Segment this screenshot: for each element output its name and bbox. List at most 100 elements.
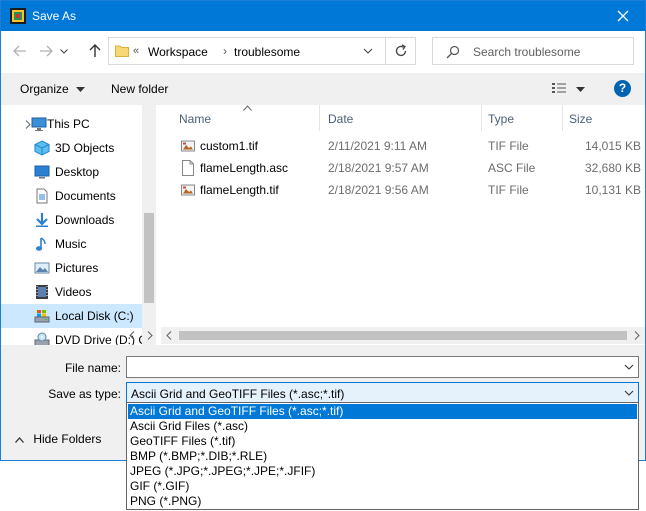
- sidebar-item-this-pc[interactable]: This PC: [1, 112, 142, 136]
- documents-icon: [36, 188, 48, 204]
- arrow-right-icon: [40, 45, 53, 57]
- column-header-name[interactable]: Name: [161, 105, 319, 131]
- folder-icon: [115, 45, 129, 57]
- window-title: Save As: [32, 9, 77, 23]
- dropdown-option[interactable]: GeoTIFF Files (*.tif): [128, 434, 637, 449]
- file-name: flameLength.tif: [200, 183, 279, 197]
- back-button[interactable]: [7, 37, 33, 65]
- app-icon: [10, 8, 26, 24]
- navigation-pane-scrollbar[interactable]: [142, 105, 156, 345]
- nav-scroll-left-icon[interactable]: [129, 331, 135, 340]
- organize-button[interactable]: Organize: [20, 82, 86, 96]
- refresh-button[interactable]: [385, 38, 416, 64]
- column-header-label: Size: [569, 112, 593, 126]
- hide-folders-button[interactable]: Hide Folders: [15, 432, 101, 446]
- column-header-label: Date: [328, 112, 354, 126]
- save-as-type-label: Save as type:: [48, 387, 121, 401]
- arrow-left-icon: [13, 45, 26, 57]
- file-size: 14,015 KB: [585, 139, 642, 153]
- desktop-icon: [34, 165, 50, 179]
- dropdown-option[interactable]: GIF (*.GIF): [128, 479, 637, 494]
- chevron-up-icon: [15, 436, 24, 443]
- downloads-icon: [36, 213, 48, 227]
- file-row[interactable]: flameLength.tif 2/18/2021 9:56 AM TIF Fi…: [161, 179, 645, 201]
- up-button[interactable]: [82, 37, 108, 65]
- search-placeholder: Search troublesome: [473, 45, 581, 59]
- dvd-icon: [34, 332, 50, 345]
- recent-locations-button[interactable]: [55, 37, 73, 65]
- save-as-type-dropdown-list: Ascii Grid and GeoTIFF Files (*.asc;*.ti…: [126, 402, 639, 510]
- save-as-type-select[interactable]: Ascii Grid and GeoTIFF Files (*.asc;*.ti…: [126, 382, 639, 404]
- close-button[interactable]: [601, 1, 645, 31]
- new-folder-label: New folder: [111, 82, 169, 96]
- title-bar: Save As: [1, 1, 645, 31]
- save-as-dialog: Save As « Workspace › troublesome Search…: [0, 0, 646, 461]
- arrow-up-icon: [89, 44, 101, 57]
- column-header-date[interactable]: Date: [320, 105, 481, 131]
- sidebar-item-3d-objects[interactable]: 3D Objects: [1, 136, 142, 160]
- scroll-left-icon[interactable]: [166, 331, 172, 340]
- file-list-horizontal-scrollbar[interactable]: [161, 327, 645, 344]
- sidebar-item-videos[interactable]: Videos: [1, 280, 142, 304]
- chevron-down-icon[interactable]: [624, 387, 634, 399]
- column-header-label: Type: [488, 112, 515, 126]
- scrollbar-thumb[interactable]: [144, 213, 154, 303]
- dropdown-option[interactable]: JPEG (*.JPG;*.JPEG;*.JPE;*.JFIF): [128, 464, 637, 479]
- search-icon: [446, 45, 460, 59]
- search-box[interactable]: Search troublesome: [432, 37, 634, 65]
- dropdown-option[interactable]: PNG (*.PNG): [128, 494, 637, 509]
- file-row[interactable]: flameLength.asc 2/18/2021 9:57 AM ASC Fi…: [161, 157, 645, 179]
- file-date: 2/18/2021 9:57 AM: [328, 161, 429, 175]
- sidebar-item-music[interactable]: Music: [1, 232, 142, 256]
- image-file-icon: [181, 140, 195, 152]
- column-header-label: Name: [179, 112, 212, 126]
- sidebar-item-downloads[interactable]: Downloads: [1, 208, 142, 232]
- scroll-right-icon[interactable]: [634, 331, 640, 340]
- dropdown-option[interactable]: BMP (*.BMP;*.DIB;*.RLE): [128, 449, 637, 464]
- option-label: BMP (*.BMP;*.DIB;*.RLE): [130, 449, 268, 463]
- new-folder-button[interactable]: New folder: [111, 82, 168, 96]
- sidebar-item-documents[interactable]: Documents: [1, 184, 142, 208]
- file-row[interactable]: custom1.tif 2/11/2021 9:11 AM TIF File 1…: [161, 135, 645, 157]
- file-type: ASC File: [488, 161, 536, 175]
- overflow-breadcrumb[interactable]: «: [133, 45, 139, 57]
- column-header-type[interactable]: Type: [482, 105, 562, 131]
- organize-label: Organize: [20, 82, 69, 96]
- navigation-bar: « Workspace › troublesome Search trouble…: [1, 31, 645, 73]
- sidebar-item-label: Documents: [55, 189, 116, 203]
- nav-scroll-right-icon[interactable]: [147, 331, 153, 340]
- refresh-icon: [395, 44, 407, 57]
- scrollbar-thumb[interactable]: [179, 331, 627, 340]
- sidebar-item-label: Desktop: [55, 165, 100, 179]
- breadcrumb-workspace[interactable]: Workspace: [148, 45, 208, 59]
- file-name-field[interactable]: [126, 356, 639, 378]
- videos-icon: [36, 285, 48, 299]
- file-size: 10,131 KB: [585, 183, 642, 197]
- file-name: flameLength.asc: [200, 161, 289, 175]
- chevron-down-icon[interactable]: [624, 361, 634, 373]
- option-label: GeoTIFF Files (*.tif): [130, 434, 236, 448]
- help-icon[interactable]: ?: [614, 80, 631, 97]
- sidebar-item-pictures[interactable]: Pictures: [1, 256, 142, 280]
- file-size: 32,680 KB: [585, 161, 642, 175]
- view-options-dropdown[interactable]: [576, 82, 585, 96]
- address-bar[interactable]: « Workspace › troublesome: [108, 37, 416, 65]
- sidebar-item-label: Downloads: [55, 213, 115, 227]
- pictures-icon: [34, 262, 50, 274]
- dropdown-option[interactable]: Ascii Grid and GeoTIFF Files (*.asc;*.ti…: [128, 404, 637, 419]
- breadcrumb-separator-icon[interactable]: ›: [223, 44, 227, 58]
- column-header-size[interactable]: Size: [563, 105, 643, 131]
- breadcrumb-troublesome[interactable]: troublesome: [234, 45, 300, 59]
- option-label: Ascii Grid and GeoTIFF Files (*.asc;*.ti…: [130, 404, 344, 418]
- sidebar-item-label: This PC: [47, 117, 90, 131]
- sidebar-item-dvd-drive[interactable]: DVD Drive (D:) C: [1, 328, 142, 345]
- option-label: GIF (*.GIF): [130, 479, 190, 493]
- change-view-button[interactable]: [551, 81, 567, 98]
- save-as-type-value: Ascii Grid and GeoTIFF Files (*.asc;*.ti…: [131, 387, 345, 401]
- address-dropdown-icon[interactable]: [363, 44, 373, 58]
- sidebar-item-label: Local Disk (C:): [55, 309, 134, 323]
- sidebar-item-local-disk[interactable]: Local Disk (C:): [1, 304, 142, 328]
- sidebar-item-label: Music: [55, 237, 87, 251]
- sidebar-item-desktop[interactable]: Desktop: [1, 160, 142, 184]
- dropdown-option[interactable]: Ascii Grid Files (*.asc): [128, 419, 637, 434]
